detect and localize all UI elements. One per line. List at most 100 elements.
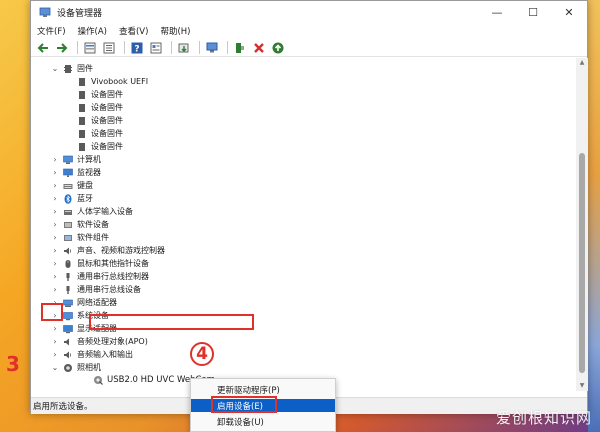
list-view-button[interactable] [101, 40, 117, 56]
chevron-right-icon[interactable]: › [51, 337, 59, 346]
chevron-right-icon[interactable]: › [51, 324, 59, 333]
scroll-up-arrow-icon[interactable]: ▲ [576, 58, 588, 68]
computer-icon [63, 155, 73, 164]
chevron-right-icon[interactable]: › [51, 168, 59, 177]
tree-category-bluetooth[interactable]: › 蓝牙 [51, 192, 93, 205]
keyboard-icon [63, 183, 73, 189]
chevron-right-icon[interactable]: › [51, 194, 59, 203]
menu-help[interactable]: 帮助(H) [154, 25, 196, 37]
help-icon: ? [131, 42, 143, 54]
tree-label: 监视器 [77, 168, 101, 177]
add-driver-button[interactable] [232, 40, 248, 56]
tree-item-firmware[interactable]: 设备固件 [77, 127, 123, 140]
tree-label: 鼠标和其他指针设备 [77, 259, 149, 268]
camera-icon [64, 363, 72, 372]
tree-category-monitor[interactable]: › 监视器 [51, 166, 101, 179]
maximize-button[interactable]: ☐ [515, 1, 551, 23]
tree-label: 设备固件 [91, 142, 123, 151]
tree-category-software-device[interactable]: › 软件设备 [51, 218, 109, 231]
chevron-right-icon[interactable]: › [51, 207, 59, 216]
chevron-right-icon[interactable]: › [51, 285, 59, 294]
red-x-icon [254, 42, 264, 53]
tree-label: Vivobook UEFI [91, 77, 149, 86]
tree-label: 音频处理对象(APO) [77, 337, 148, 346]
enable-device-button[interactable] [270, 40, 286, 56]
tree-label: 键盘 [77, 181, 93, 190]
toolbar-separator [171, 41, 172, 54]
window-title: 设备管理器 [57, 8, 103, 19]
monitor-scan-icon [206, 42, 218, 52]
add-driver-icon [236, 42, 244, 53]
device-manager-window: 设备管理器 — ☐ ✕ 文件(F) 操作(A) 查看(V) 帮助(H) ? ⌄ … [30, 0, 588, 414]
tree-category-audio-io[interactable]: › 音频输入和输出 [51, 348, 133, 361]
tree-label: 蓝牙 [77, 194, 93, 203]
menu-action[interactable]: 操作(A) [72, 25, 113, 37]
status-text: 启用所选设备。 [33, 402, 93, 412]
chevron-right-icon[interactable]: › [51, 259, 59, 268]
menu-view[interactable]: 查看(V) [113, 25, 154, 37]
chip-icon [79, 103, 85, 112]
context-menu-uninstall-device[interactable]: 卸载设备(U) [191, 415, 335, 428]
chevron-right-icon[interactable]: › [51, 181, 59, 190]
usb-icon [66, 272, 70, 281]
tree-category-mouse[interactable]: › 鼠标和其他指针设备 [51, 257, 149, 270]
update-driver-icon [178, 43, 189, 52]
display-adapter-icon [63, 324, 73, 333]
forward-arrow-icon [57, 42, 68, 53]
context-menu-update-driver[interactable]: 更新驱动程序(P) [191, 383, 335, 396]
tree-category-sound[interactable]: › 声音、视频和游戏控制器 [51, 244, 165, 257]
tree-label: 通用串行总线设备 [77, 285, 141, 294]
properties-button[interactable] [148, 40, 164, 56]
tree-category-computer[interactable]: › 计算机 [51, 153, 101, 166]
tree-label: 音频输入和输出 [77, 350, 133, 359]
tree-item-firmware[interactable]: 设备固件 [77, 140, 123, 153]
scroll-thumb[interactable] [579, 153, 585, 373]
chevron-right-icon[interactable]: › [51, 220, 59, 229]
monitor-icon [63, 168, 73, 177]
tree-item-firmware[interactable]: Vivobook UEFI [77, 75, 148, 88]
scan-hardware-button[interactable] [204, 40, 220, 56]
update-driver-button[interactable] [176, 40, 192, 56]
tree-label: 固件 [77, 64, 93, 73]
hid-icon [64, 209, 72, 215]
tree-category-usb-device[interactable]: › 通用串行总线设备 [51, 283, 141, 296]
toolbar-separator [199, 41, 200, 54]
chip-icon [79, 116, 85, 125]
chevron-down-icon[interactable]: ⌄ [51, 64, 59, 73]
chevron-right-icon[interactable]: › [51, 246, 59, 255]
tree-category-usb-controller[interactable]: › 通用串行总线控制器 [51, 270, 149, 283]
menu-file[interactable]: 文件(F) [31, 25, 72, 37]
help-button[interactable]: ? [129, 40, 145, 56]
tree-view-button[interactable] [82, 40, 98, 56]
vertical-scrollbar[interactable]: ▲ ▼ [576, 58, 588, 391]
back-button[interactable] [35, 40, 51, 56]
minimize-button[interactable]: — [479, 1, 515, 23]
title-bar[interactable]: 设备管理器 — ☐ ✕ [31, 1, 587, 23]
tree-label: 软件设备 [77, 220, 109, 229]
forward-button[interactable] [54, 40, 70, 56]
tree-category-firmware[interactable]: ⌄ 固件 [51, 62, 93, 75]
webcam-disabled-icon [94, 375, 103, 385]
svg-text:?: ? [134, 44, 139, 54]
tree-label: 照相机 [77, 363, 101, 372]
uninstall-button[interactable] [251, 40, 267, 56]
chevron-right-icon[interactable]: › [51, 272, 59, 281]
tree-category-audio-processing[interactable]: › 音频处理对象(APO) [51, 335, 148, 348]
device-manager-icon [39, 7, 51, 17]
chevron-down-icon[interactable]: ⌄ [51, 363, 59, 372]
tree-item-firmware[interactable]: 设备固件 [77, 88, 123, 101]
chevron-right-icon[interactable]: › [51, 233, 59, 242]
tree-item-firmware[interactable]: 设备固件 [77, 114, 123, 127]
chevron-right-icon[interactable]: › [51, 155, 59, 164]
tree-category-software-component[interactable]: › 软件组件 [51, 231, 109, 244]
tree-category-keyboard[interactable]: › 键盘 [51, 179, 93, 192]
close-button[interactable]: ✕ [551, 1, 587, 23]
chip-icon [79, 90, 85, 99]
callout-four: 4 [190, 342, 214, 366]
device-tree[interactable]: ⌄ 固件 Vivobook UEFI 设备固件 设备固件 设备固件 设备固件 设… [31, 58, 576, 391]
tree-category-hid[interactable]: › 人体学输入设备 [51, 205, 133, 218]
chevron-right-icon[interactable]: › [51, 350, 59, 359]
tree-item-firmware[interactable]: 设备固件 [77, 101, 123, 114]
scroll-down-arrow-icon[interactable]: ▼ [576, 381, 588, 391]
callout-three: 3 [6, 352, 20, 376]
